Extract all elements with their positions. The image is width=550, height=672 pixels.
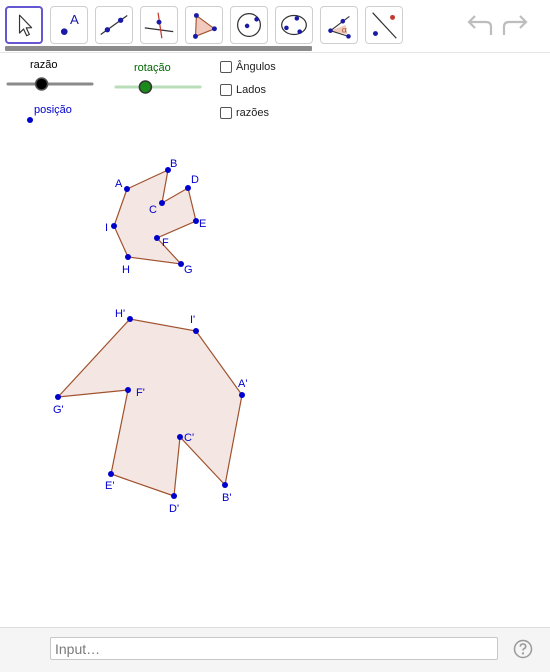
tool-angle-button[interactable]: α [320, 6, 358, 44]
tool-circle-button[interactable] [230, 6, 268, 44]
tool-point-button[interactable]: A [50, 6, 88, 44]
vertex-label: A [115, 178, 123, 190]
vertex-label: H [122, 264, 130, 276]
vertex-label: C' [184, 432, 194, 444]
polygon-large-shape[interactable] [56, 318, 243, 497]
vertex-point[interactable] [171, 493, 177, 499]
vertex-label: I [105, 222, 108, 234]
vertex-label: I' [190, 314, 195, 326]
vertex-point[interactable] [177, 434, 183, 440]
vertex-point[interactable] [111, 223, 117, 229]
vertex-label: D [191, 174, 199, 186]
tool-line-button[interactable] [95, 6, 133, 44]
vertex-point[interactable] [159, 200, 165, 206]
toolbar: A α [0, 0, 550, 52]
vertex-point[interactable] [222, 482, 228, 488]
ellipse-icon [281, 14, 307, 36]
tool-conic-button[interactable] [275, 6, 313, 44]
graphics-view[interactable]: razão rotação posição Ângulos Lados razõ… [0, 53, 550, 627]
tool-reflect-button[interactable] [365, 6, 403, 44]
vertex-point[interactable] [55, 394, 61, 400]
point-icon: A [60, 12, 79, 35]
vertex-point[interactable] [125, 254, 131, 260]
vertex-point[interactable] [125, 387, 131, 393]
vertex-point[interactable] [239, 392, 245, 398]
tool-point-label: A [70, 12, 79, 27]
vertex-label: D' [169, 503, 179, 515]
vertex-point[interactable] [108, 471, 114, 477]
slider-rotacao-knob[interactable] [138, 80, 153, 94]
arrow-pointer-icon [18, 14, 33, 37]
vertex-label: E [199, 218, 206, 230]
reflect-line-icon [372, 12, 397, 39]
polygon-small-shape[interactable] [113, 168, 197, 265]
angle-icon: α [328, 16, 351, 39]
undo-button[interactable] [464, 13, 494, 39]
undo-icon [467, 15, 493, 35]
vertex-point[interactable] [124, 186, 130, 192]
vertex-label: E' [105, 480, 114, 492]
redo-button[interactable] [501, 13, 531, 39]
vertex-label: A' [238, 378, 247, 390]
vertex-label: C [149, 204, 157, 216]
vertex-label: G [184, 264, 193, 276]
vertex-point[interactable] [127, 316, 133, 322]
vertex-point[interactable] [193, 328, 199, 334]
vertex-label: F' [136, 387, 145, 399]
algebra-input[interactable] [50, 637, 498, 660]
tool-angle-label: α [342, 25, 347, 35]
line-icon [100, 15, 128, 35]
vertex-point[interactable] [154, 235, 160, 241]
circle-center-point-icon [237, 13, 261, 37]
toolbar-scrollbar[interactable] [5, 46, 312, 51]
tool-move-button[interactable] [5, 6, 43, 44]
tool-perpendicular-button[interactable] [140, 6, 178, 44]
polygon-icon [193, 13, 217, 39]
slider-razao-knob[interactable] [34, 77, 49, 91]
input-bar [0, 627, 550, 672]
vertex-label: F [162, 237, 169, 249]
geometry-canvas[interactable]: A B C D E F G H I A' B' C' D' E' F' G' H' I' [0, 53, 550, 627]
vertex-label: B' [222, 492, 231, 504]
perpendicular-line-icon [144, 12, 174, 39]
vertex-label: B [170, 158, 177, 170]
redo-icon [502, 15, 528, 35]
polygon-small[interactable]: A B C D E F G H I [105, 158, 206, 276]
vertex-label: G' [53, 404, 64, 416]
help-icon[interactable] [513, 639, 533, 659]
polygon-large[interactable]: A' B' C' D' E' F' G' H' I' [53, 308, 247, 515]
vertex-label: H' [115, 308, 125, 320]
tool-polygon-button[interactable] [185, 6, 223, 44]
posicao-point[interactable] [27, 117, 33, 123]
